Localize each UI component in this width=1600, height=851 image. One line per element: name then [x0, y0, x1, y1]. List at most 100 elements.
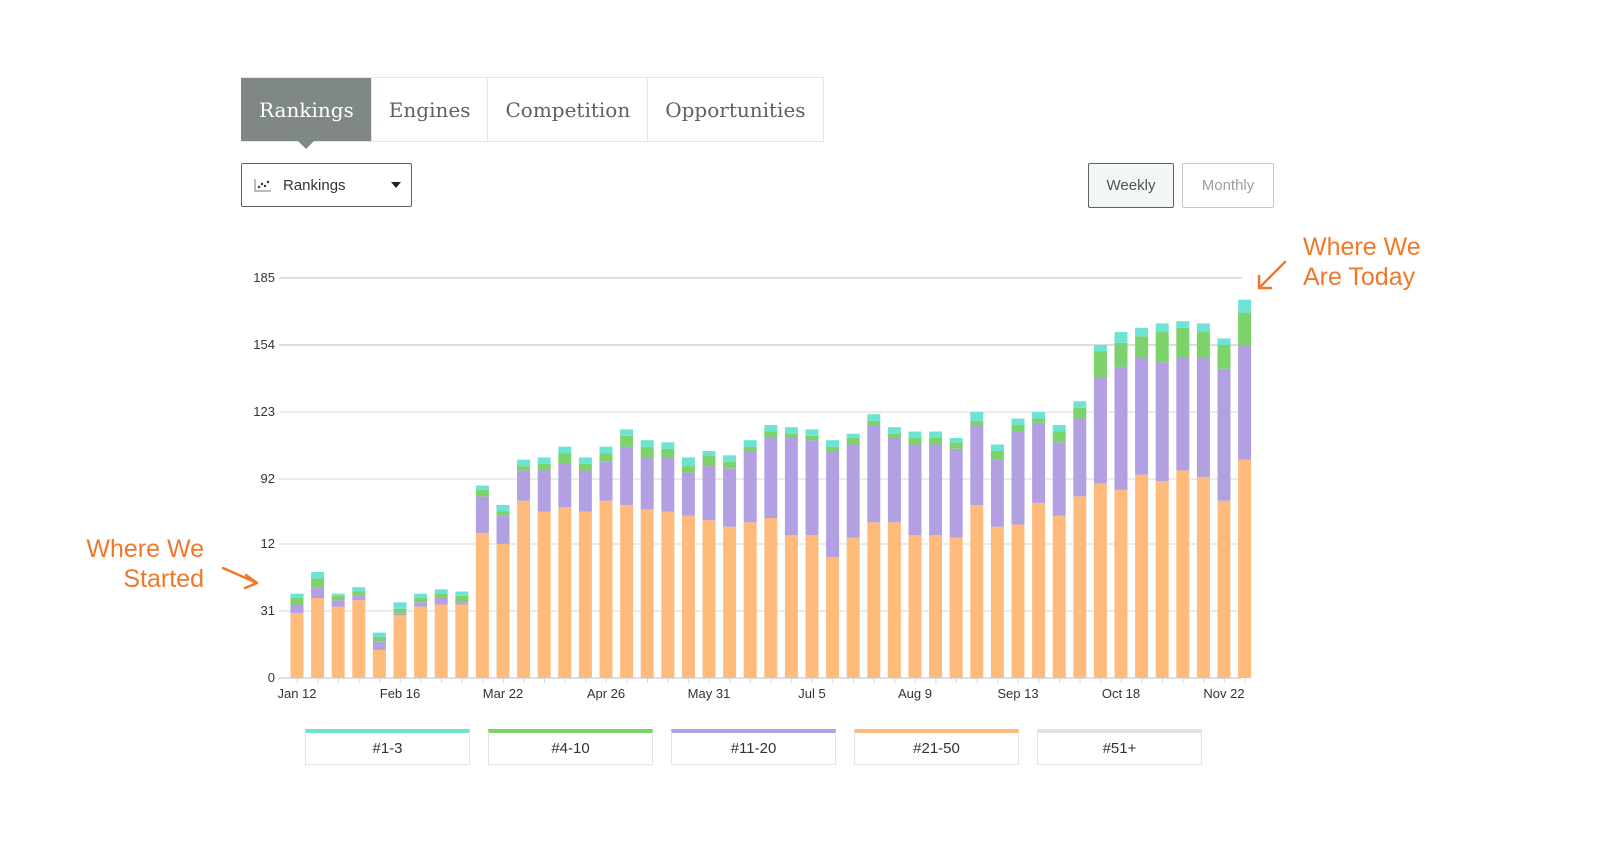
- bar-segment: [372, 632, 386, 637]
- bar-segment: [805, 435, 819, 441]
- bar-segment: [434, 589, 448, 594]
- bar-segment: [702, 520, 716, 678]
- bar-segment: [352, 591, 366, 596]
- bar-segment: [475, 485, 489, 490]
- x-tick-label: Mar 22: [483, 686, 523, 701]
- bar-segment: [702, 450, 716, 456]
- bar-segment: [290, 598, 304, 605]
- bar-segment: [661, 457, 675, 512]
- annotation-today-line-2: Are Today: [1303, 263, 1416, 291]
- bar-segment: [640, 509, 654, 678]
- y-tick-label: 92: [261, 471, 275, 486]
- bar-segment: [558, 463, 572, 508]
- bar-segment: [1238, 299, 1252, 313]
- y-tick-label: 154: [253, 337, 275, 352]
- bar-segment: [681, 457, 695, 467]
- bar-segment: [496, 543, 510, 678]
- bar-segment: [1093, 351, 1107, 378]
- bar-segment: [929, 438, 943, 445]
- bar-segment: [723, 461, 737, 469]
- bar-segment: [1052, 442, 1066, 516]
- bar-segment: [599, 500, 613, 678]
- bar-segment: [1135, 327, 1149, 337]
- bar-segment: [434, 593, 448, 598]
- bar-segment: [1093, 345, 1107, 352]
- bar-segment: [331, 606, 345, 678]
- bar-segment: [846, 438, 860, 445]
- bar-segment: [290, 604, 304, 614]
- bar-segment: [1155, 362, 1169, 482]
- bar-segment: [764, 425, 778, 432]
- annotation-today-line-1: Where We: [1303, 233, 1421, 261]
- bar-segment: [867, 522, 881, 678]
- bar-segment: [393, 615, 407, 678]
- bar-segment: [661, 442, 675, 449]
- bar-segment: [743, 446, 757, 451]
- bar-segment: [640, 457, 654, 510]
- legend-item-21-50[interactable]: #21-50: [854, 729, 1019, 765]
- bar-segment: [1196, 476, 1210, 678]
- y-tick-label: 0: [268, 670, 275, 685]
- annotation-where-we-are-today: Where We Are Today: [1303, 232, 1421, 292]
- bar-segment: [1114, 366, 1128, 490]
- bar-segment: [929, 444, 943, 536]
- bar-segment: [1238, 345, 1252, 460]
- bar-segment: [887, 438, 901, 523]
- bar-segment: [743, 522, 757, 678]
- bar-segment: [1196, 323, 1210, 333]
- arrow-down-left-icon: [1257, 260, 1287, 290]
- bar-segment: [681, 472, 695, 516]
- legend-item-51-plus[interactable]: #51+: [1037, 729, 1202, 765]
- bar-segment: [1155, 323, 1169, 333]
- bar-segment: [578, 463, 592, 471]
- rankings-stacked-bar-chart: 0 31 12 92 123 154 185 Jan 12 Feb 16 Mar 22 Apr 26…: [221, 260, 1287, 701]
- bar-segment: [558, 507, 572, 678]
- bar-segment: [949, 442, 963, 449]
- bar-segment: [764, 438, 778, 518]
- legend-item-4-10[interactable]: #4-10: [488, 729, 653, 765]
- bar-segment: [661, 511, 675, 678]
- bar-segment: [517, 500, 531, 678]
- bar-segment: [826, 556, 840, 678]
- x-tick-label: Jul 5: [798, 686, 825, 701]
- bar-segment: [1011, 524, 1025, 678]
- bar-segment: [1011, 418, 1025, 426]
- bar-segment: [311, 587, 325, 598]
- bar-segment: [908, 444, 922, 536]
- bar-segment: [702, 455, 716, 467]
- x-tick-label: Feb 16: [380, 686, 420, 701]
- bar-segment: [846, 433, 860, 438]
- bar-segment: [475, 496, 489, 534]
- legend-item-1-3[interactable]: #1-3: [305, 729, 470, 765]
- bar-segment: [640, 446, 654, 458]
- bar-segment: [805, 429, 819, 436]
- bar-segment: [1238, 459, 1252, 678]
- bar-segment: [1114, 332, 1128, 343]
- bar-segment: [1238, 312, 1252, 346]
- x-tick-label: Jan 12: [277, 686, 316, 701]
- bar-segment: [1032, 418, 1046, 423]
- legend-item-11-20[interactable]: #11-20: [671, 729, 836, 765]
- bar-segment: [1217, 500, 1231, 678]
- bar-segment: [1176, 358, 1190, 471]
- bar-segment: [1217, 338, 1231, 346]
- bar-segment: [784, 535, 798, 678]
- bar-segment: [1052, 425, 1066, 432]
- bar-segment: [1135, 336, 1149, 358]
- bar-segment: [311, 572, 325, 579]
- y-tick-label: 31: [261, 603, 275, 618]
- bar-segment: [496, 515, 510, 544]
- bar-segment: [1073, 401, 1087, 408]
- bar-segment: [620, 429, 634, 436]
- bar-segment: [970, 412, 984, 421]
- bar-segment: [393, 602, 407, 609]
- bar-segment: [846, 444, 860, 538]
- arrow-right-icon: [221, 566, 259, 590]
- bar-segment: [1196, 332, 1210, 358]
- bar-segment: [537, 457, 551, 464]
- bar-segment: [908, 431, 922, 438]
- bar-segment: [826, 450, 840, 557]
- bar-segment: [1135, 474, 1149, 678]
- bar-segment: [949, 448, 963, 538]
- bar-segment: [1155, 332, 1169, 363]
